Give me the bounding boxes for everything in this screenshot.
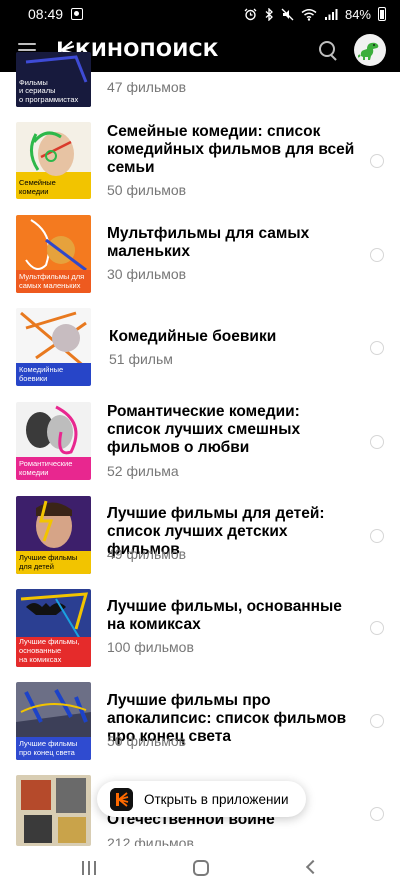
signal-icon — [324, 8, 338, 20]
cover-label: Комедийные боевики — [19, 365, 64, 383]
recent-apps-icon[interactable] — [82, 861, 96, 875]
collection-cover-image — [16, 775, 91, 846]
collection-title: Романтические комедии: список лучших сме… — [107, 403, 301, 456]
collection-cover-image: Комедийные боевики — [16, 308, 91, 386]
cover-label: Лучшие фильмы, основанные на комиксах — [19, 637, 80, 664]
status-bar: 08:49 84% — [0, 0, 400, 28]
film-count: 50 фильмов — [107, 733, 187, 749]
cover-label: Романтические комедии — [19, 459, 73, 477]
collection-cover-image: Лучшие фильмы для детей — [16, 496, 91, 574]
collection-cover-image: Лучшие фильмы про конец света — [16, 682, 91, 760]
cover-label: Мультфильмы для самых маленьких — [19, 272, 85, 290]
film-count: 100 фильмов — [107, 639, 194, 655]
select-radio[interactable] — [370, 154, 384, 168]
select-radio[interactable] — [370, 341, 384, 355]
select-radio[interactable] — [370, 435, 384, 449]
collection-cover-image: Лучшие фильмы, основанные на комиксах — [16, 589, 91, 667]
back-icon[interactable] — [305, 859, 321, 875]
kinopoisk-app-icon — [110, 787, 133, 811]
select-radio[interactable] — [370, 714, 384, 728]
select-radio[interactable] — [370, 807, 384, 821]
collection-title: Семейные комедии: список комедийных филь… — [107, 123, 355, 176]
select-radio[interactable] — [370, 621, 384, 635]
cover-label: Семейные комедии — [19, 178, 56, 196]
film-count: 50 фильмов — [107, 182, 187, 198]
cover-label: Лучшие фильмы для детей — [19, 553, 78, 571]
battery-percent: 84% — [344, 6, 371, 22]
system-navigation-bar — [0, 846, 400, 892]
avatar[interactable] — [354, 34, 386, 66]
collection-cover-image: Романтические комедии — [16, 402, 91, 480]
open-in-app-label: Открыть в приложении — [144, 791, 289, 807]
collection-title: Комедийные боевики — [109, 328, 277, 345]
collection-cover-image: Семейные комедии — [16, 122, 91, 199]
status-time: 08:49 — [28, 6, 64, 22]
film-count: 52 фильма — [107, 463, 179, 479]
select-radio[interactable] — [370, 529, 384, 543]
select-radio[interactable] — [370, 248, 384, 262]
collection-cover-image: Мультфильмы для самых маленьких — [16, 215, 91, 293]
cover-label: Лучшие фильмы про конец света — [19, 739, 78, 757]
film-count: 47 фильмов — [107, 79, 187, 95]
alarm-icon — [244, 8, 257, 20]
home-icon[interactable] — [193, 860, 209, 876]
film-count: 51 фильм — [109, 351, 173, 367]
logo-text: КИНОПОИСК — [75, 39, 219, 61]
collection-title: Мультфильмы для самых маленьких — [107, 225, 310, 260]
collection-title: Лучшие фильмы, основанные на комиксах — [107, 598, 342, 633]
film-count: 30 фильмов — [107, 266, 187, 282]
film-count: 49 фильмов — [107, 546, 187, 562]
bluetooth-icon — [265, 7, 273, 21]
dino-avatar-icon — [358, 42, 379, 60]
wifi-icon — [301, 8, 317, 21]
battery-icon — [378, 7, 386, 21]
cover-art — [16, 775, 91, 846]
collection-cover-image: Фильмы и сериалы о программистах — [16, 52, 91, 107]
mute-icon — [281, 8, 294, 20]
open-in-app-button[interactable]: Открыть в приложении — [97, 781, 306, 817]
search-icon[interactable] — [318, 40, 338, 60]
cover-label: Фильмы и сериалы о программистах — [19, 77, 79, 104]
gallery-notification-icon — [71, 8, 84, 20]
